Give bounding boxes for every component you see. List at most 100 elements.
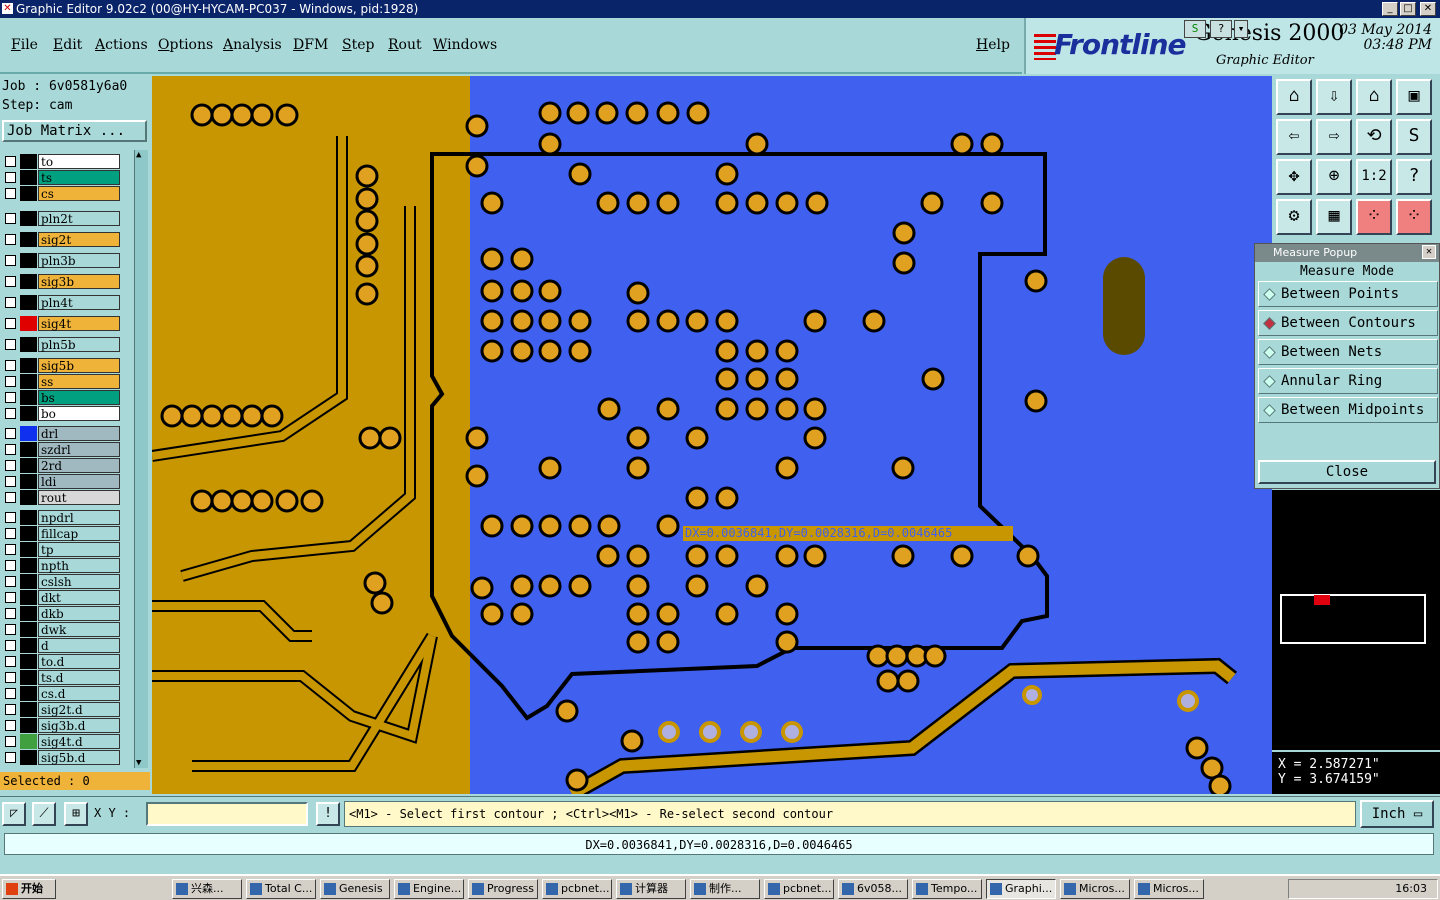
layer-checkbox[interactable] [5,376,16,387]
layer-checkbox[interactable] [5,234,16,245]
layer-checkbox[interactable] [5,360,16,371]
layer-row-sig4t-d[interactable]: sig4t.d [3,734,120,749]
layer-row-drl[interactable]: drl [3,426,120,441]
menu-dfm[interactable]: DFM [293,37,328,53]
layer-checkbox[interactable] [5,704,16,715]
layer-checkbox[interactable] [5,608,16,619]
menu-windows[interactable]: Windows [433,37,497,53]
layer-checkbox[interactable] [5,528,16,539]
layer-checkbox[interactable] [5,752,16,763]
layer-checkbox[interactable] [5,255,16,266]
layer-row-sig3b-d[interactable]: sig3b.d [3,718,120,733]
draw-tool-icon[interactable]: ⟋ [32,802,56,826]
menu-step[interactable]: Step [342,37,374,53]
taskbar-task[interactable]: Total C... [246,879,316,899]
layer-checkbox[interactable] [5,512,16,523]
layer-checkbox[interactable] [5,392,16,403]
menu-help[interactable]: Help [976,37,1010,53]
s-icon[interactable]: S [1184,20,1206,38]
scroll-down-icon[interactable]: ▼ [136,758,147,768]
layer-checkbox[interactable] [5,276,16,287]
menu-rout[interactable]: Rout [388,37,422,53]
layer-row-2rd[interactable]: 2rd [3,458,120,473]
start-button[interactable]: 开始 [2,879,56,899]
layer-checkbox[interactable] [5,318,16,329]
option-between-points[interactable]: Between Points [1258,281,1438,307]
layer-checkbox[interactable] [5,476,16,487]
pan-left-icon[interactable]: ⇦ [1276,119,1312,155]
layer-row-dwk[interactable]: dwk [3,622,120,637]
units-select[interactable]: Inch ▭ [1360,800,1434,828]
layer-checkbox[interactable] [5,688,16,699]
zoom-down-icon[interactable]: ⇩ [1316,79,1352,115]
layer-checkbox[interactable] [5,592,16,603]
grid-icon[interactable]: ▦ [1316,199,1352,235]
layer-row-pln5b[interactable]: pln5b [3,337,120,352]
layer-checkbox[interactable] [5,544,16,555]
layer-checkbox[interactable] [5,720,16,731]
xy-input[interactable] [146,802,308,826]
scroll-up-icon[interactable]: ▲ [136,150,147,160]
taskbar-task[interactable]: Tempo... [912,879,982,899]
menu-file[interactable]: File [11,37,38,53]
net-analyzer-icon[interactable]: ⁘ [1356,199,1392,235]
net-compare-icon[interactable]: ⁘ [1396,199,1432,235]
layer-row-rout[interactable]: rout [3,490,120,505]
layer-checkbox[interactable] [5,576,16,587]
overview-map[interactable] [1272,490,1440,750]
layer-row-pln4t[interactable]: pln4t [3,295,120,310]
popup-close-button[interactable]: Close [1258,460,1436,484]
pcb-drawing[interactable] [152,76,1272,794]
redraw-icon[interactable]: S [1396,119,1432,155]
taskbar-task[interactable]: Micros... [1060,879,1130,899]
menu-options[interactable]: Options [158,37,213,53]
layer-row-cslsh[interactable]: cslsh [3,574,120,589]
layer-row-cs[interactable]: cs [3,186,120,201]
layer-row-sig3b[interactable]: sig3b [3,274,120,289]
option-between-contours[interactable]: Between Contours [1258,310,1438,336]
taskbar-task[interactable]: 兴森... [172,879,242,899]
taskbar-task[interactable]: 计算器 [616,879,686,899]
alert-icon[interactable]: ! [316,802,340,826]
layer-scrollbar[interactable]: ▲ ▼ [134,150,148,768]
layer-row-npth[interactable]: npth [3,558,120,573]
maximize-button[interactable]: □ [1400,2,1416,16]
chevron-down-icon[interactable]: ▾ [1234,20,1248,38]
menu-actions[interactable]: Actions [95,37,148,53]
menu-analysis[interactable]: Analysis [223,37,282,53]
layer-row-sig2t[interactable]: sig2t [3,232,120,247]
taskbar-task[interactable]: 制作... [690,879,760,899]
help-icon[interactable]: ? [1210,20,1232,38]
layer-row-ldi[interactable]: ldi [3,474,120,489]
layer-checkbox[interactable] [5,339,16,350]
taskbar-task[interactable]: pcbnet... [542,879,612,899]
taskbar-task[interactable]: pcbnet... [764,879,834,899]
layer-checkbox[interactable] [5,656,16,667]
layer-row-npdrl[interactable]: npdrl [3,510,120,525]
taskbar-task[interactable]: Graphi... [986,879,1056,899]
layer-row-ts[interactable]: ts [3,170,120,185]
taskbar-task[interactable]: Micros... [1134,879,1204,899]
layer-row-to-d[interactable]: to.d [3,654,120,669]
close-button[interactable]: ✕ [1420,2,1436,16]
layer-checkbox[interactable] [5,297,16,308]
layer-checkbox[interactable] [5,460,16,471]
query-icon[interactable]: ? [1396,159,1432,195]
zoom-center-icon[interactable]: ⊕ [1316,159,1352,195]
layer-row-bo[interactable]: bo [3,406,120,421]
frame-icon[interactable]: ▣ [1396,79,1432,115]
layer-row-d[interactable]: d [3,638,120,653]
layer-checkbox[interactable] [5,172,16,183]
layer-checkbox[interactable] [5,408,16,419]
select-tool-icon[interactable]: ◸ [2,802,26,826]
pan-right-icon[interactable]: ⇨ [1316,119,1352,155]
layer-checkbox[interactable] [5,624,16,635]
layer-row-bs[interactable]: bs [3,390,120,405]
pcb-canvas[interactable]: DX=0.0036841,DY=0.0028316,D=0.0046465 [152,76,1272,794]
layer-row-dkt[interactable]: dkt [3,590,120,605]
layer-row-fillcap[interactable]: fillcap [3,526,120,541]
house-icon[interactable]: ⌂ [1356,79,1392,115]
taskbar-task[interactable]: 6v058... [838,879,908,899]
menu-edit[interactable]: Edit [53,37,82,53]
layer-checkbox[interactable] [5,156,16,167]
